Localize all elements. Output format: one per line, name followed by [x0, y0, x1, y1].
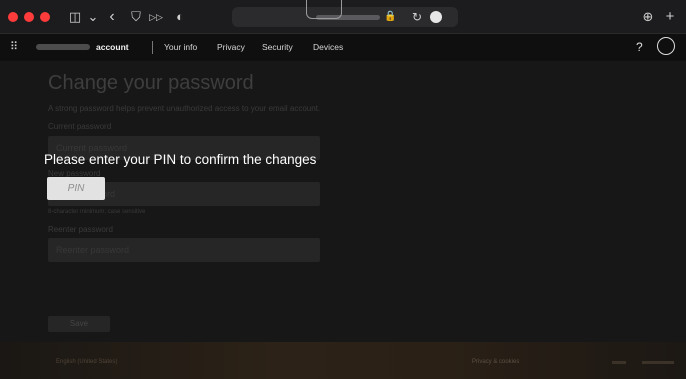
shield-icon[interactable]: ⛉ — [128, 7, 144, 27]
extension-icon[interactable] — [430, 11, 442, 23]
browser-toolbar: ◫ ⌄ ‹ ⛉ ▷▷ ◐ 🔒 ↻ ⊕ + — [0, 0, 686, 34]
save-button[interactable]: Save — [48, 316, 110, 332]
account-title[interactable]: account — [96, 34, 129, 60]
password-hint: 8-character minimum; case sensitive — [48, 209, 146, 215]
download-icon[interactable]: ⊕ — [640, 7, 656, 27]
privacy-link[interactable]: Privacy & cookies — [472, 359, 519, 365]
reload-icon[interactable]: ↻ — [412, 7, 422, 27]
account-nav: ⠿ account Your info Privacy Security Dev… — [0, 34, 686, 60]
reenter-password-label: Reenter password — [48, 225, 113, 234]
pin-prompt: Please enter your PIN to confirm the cha… — [44, 152, 317, 167]
nav-item-security[interactable]: Security — [262, 34, 293, 60]
page-title: Change your password — [48, 72, 254, 94]
new-tab-icon[interactable]: + — [662, 7, 678, 27]
footer-link[interactable] — [612, 361, 626, 364]
app-launcher-icon[interactable]: ⠿ — [10, 34, 18, 60]
reenter-password-field[interactable]: Reenter password — [48, 238, 320, 262]
account-brand — [36, 44, 90, 50]
zoom-window-icon[interactable] — [40, 12, 50, 22]
privacy-icon[interactable]: ◐ — [172, 7, 188, 27]
page-content: Change your password A strong password h… — [0, 61, 686, 379]
sidebar-icon[interactable]: ◫ — [67, 7, 83, 27]
nav-divider — [152, 41, 153, 54]
close-window-icon[interactable] — [8, 12, 18, 22]
address-bar[interactable]: 🔒 ↻ — [232, 7, 458, 27]
forward-icon[interactable]: ▷▷ — [148, 7, 164, 27]
avatar[interactable] — [657, 37, 675, 55]
back-icon[interactable]: ‹ — [104, 7, 120, 27]
footer: English (United States) Privacy & cookie… — [0, 342, 686, 379]
nav-item-your-info[interactable]: Your info — [164, 34, 197, 60]
camera-notch — [306, 0, 342, 19]
chevron-down-icon[interactable]: ⌄ — [85, 7, 101, 27]
language-selector[interactable]: English (United States) — [56, 359, 117, 365]
help-icon[interactable]: ? — [636, 34, 643, 60]
minimize-window-icon[interactable] — [24, 12, 34, 22]
nav-item-privacy[interactable]: Privacy — [217, 34, 245, 60]
nav-item-devices[interactable]: Devices — [313, 34, 343, 60]
page-description: A strong password helps prevent unauthor… — [48, 104, 321, 113]
current-password-label: Current password — [48, 122, 112, 131]
footer-copyright — [642, 361, 674, 364]
lock-icon: 🔒 — [384, 11, 397, 22]
pin-input[interactable] — [47, 177, 105, 200]
